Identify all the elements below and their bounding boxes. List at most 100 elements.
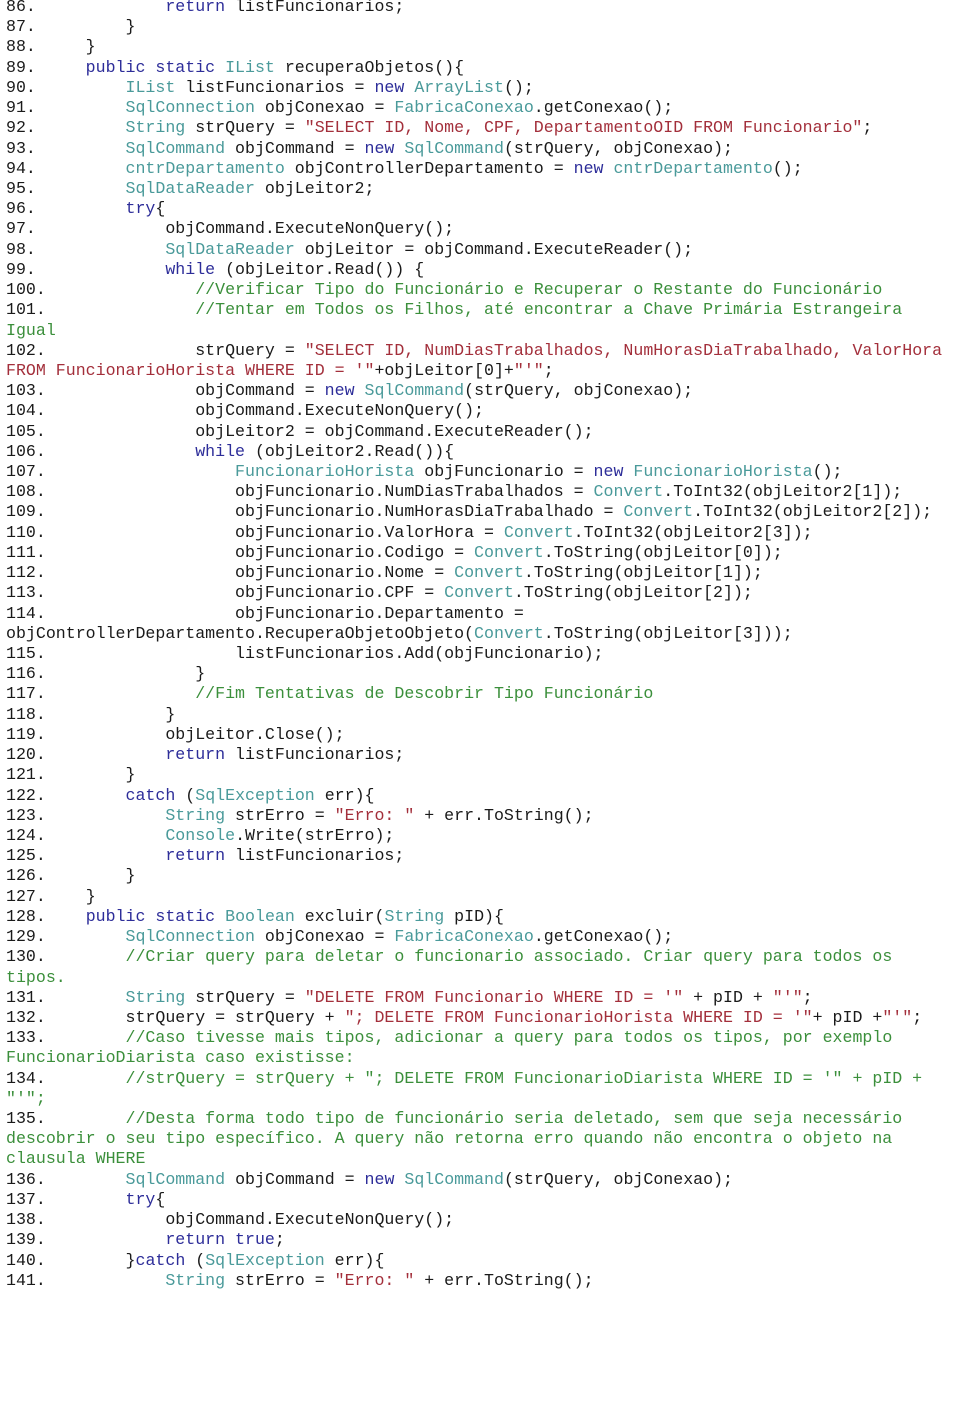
- code-token: objFuncionario.CPF =: [235, 583, 445, 603]
- code-token: }: [125, 866, 136, 886]
- code-token: objConexao =: [254, 927, 395, 947]
- code-token: objCommand.ExecuteNonQuery();: [165, 219, 455, 239]
- line-number: 114.: [6, 603, 46, 623]
- code-token: objCommand.ExecuteNonQuery();: [195, 401, 484, 421]
- code-line: 129. SqlConnection objConexao = FabricaC…: [6, 927, 958, 947]
- code-line: 117. //Fim Tentativas de Descobrir Tipo …: [6, 684, 958, 704]
- line-number: 92.: [6, 118, 36, 138]
- code-line: 89. public static IList recuperaObjetos(…: [6, 58, 958, 78]
- code-line: 121. }: [6, 765, 958, 785]
- code-line: 131. String strQuery = "DELETE FROM Func…: [6, 988, 958, 1008]
- code-token: strErro =: [225, 805, 335, 825]
- code-token: objFuncionario.ValorHora =: [235, 522, 504, 542]
- code-token: ;: [543, 360, 554, 380]
- code-line: 112. objFuncionario.Nome = Convert.ToStr…: [6, 563, 958, 583]
- code-token: objFuncionario.Nome =: [235, 563, 455, 583]
- code-token: strQuery =: [185, 987, 305, 1007]
- code-line: 107. FuncionarioHorista objFuncionario =…: [6, 462, 958, 482]
- code-token: +objLeitor[0]+: [374, 360, 514, 380]
- type-token: ArrayList: [414, 77, 504, 97]
- keyword-token: return: [165, 745, 226, 765]
- line-number: 99.: [6, 259, 36, 279]
- code-token: objCommand =: [195, 381, 325, 401]
- line-number: 94.: [6, 158, 36, 178]
- code-token: {: [155, 1189, 166, 1209]
- keyword-token: new: [593, 462, 624, 482]
- line-number: 128.: [6, 906, 46, 926]
- keyword-token: new: [573, 158, 604, 178]
- comment-token: //Desta forma todo tipo de funcionário s…: [6, 1109, 913, 1169]
- string-token: "; DELETE FROM FuncionarioHorista WHERE …: [344, 1007, 813, 1027]
- type-token: String: [165, 1270, 226, 1290]
- line-number: 112.: [6, 563, 46, 583]
- code-token: strQuery =: [185, 118, 305, 138]
- keyword-token: catch: [135, 1250, 186, 1270]
- type-token: SqlDataReader: [165, 239, 295, 259]
- code-line: 123. String strErro = "Erro: " + err.ToS…: [6, 806, 958, 826]
- code-token: ;: [274, 1230, 285, 1250]
- code-line: 100. //Verificar Tipo do Funcionário e R…: [6, 280, 958, 300]
- string-token: "SELECT ID, Nome, CPF, DepartamentoOID F…: [304, 118, 863, 138]
- type-token: SqlCommand: [404, 138, 504, 158]
- code-line: 105. objLeitor2 = objCommand.ExecuteRead…: [6, 422, 958, 442]
- type-token: Convert: [593, 482, 664, 502]
- comment-token: //strQuery = strQuery + "; DELETE FROM F…: [6, 1068, 933, 1108]
- code-token: listFuncionarios;: [225, 745, 405, 765]
- keyword-token: return true: [165, 1230, 275, 1250]
- line-number: 111.: [6, 542, 46, 562]
- code-token: }: [125, 1250, 136, 1270]
- type-token: IList: [125, 77, 176, 97]
- type-token: Convert: [444, 583, 514, 603]
- code-line: 95. SqlDataReader objLeitor2;: [6, 179, 958, 199]
- code-line: 114. objFuncionario.Departamento = objCo…: [6, 604, 958, 644]
- code-token: listFuncionarios;: [225, 846, 405, 866]
- line-number: 133.: [6, 1028, 46, 1048]
- code-line: 136. SqlCommand objCommand = new SqlComm…: [6, 1170, 958, 1190]
- code-token: objControllerDepartamento =: [284, 158, 574, 178]
- type-token: SqlCommand: [404, 1169, 504, 1189]
- type-token: FuncionarioHorista: [235, 462, 415, 482]
- type-token: Convert: [474, 623, 544, 643]
- comment-token: //Caso tivesse mais tipos, adicionar a q…: [6, 1028, 903, 1068]
- type-token: SqlConnection: [125, 927, 255, 947]
- code-line: 109. objFuncionario.NumHorasDiaTrabalhad…: [6, 502, 958, 522]
- code-token: .Write(strErro);: [235, 825, 395, 845]
- line-number: 118.: [6, 704, 46, 724]
- type-token: FabricaConexao: [394, 98, 534, 118]
- code-line: 99. while (objLeitor.Read()) {: [6, 260, 958, 280]
- code-token: .ToString(objLeitor[3]));: [543, 623, 793, 643]
- keyword-token: return: [165, 0, 226, 16]
- line-number: 88.: [6, 37, 36, 57]
- string-token: "Erro: ": [334, 805, 415, 825]
- type-token: IList: [225, 57, 275, 77]
- code-token: (strQuery, objConexao);: [464, 381, 694, 401]
- line-number: 93.: [6, 138, 36, 158]
- line-number: 100.: [6, 280, 46, 300]
- code-line: 119. objLeitor.Close();: [6, 725, 958, 745]
